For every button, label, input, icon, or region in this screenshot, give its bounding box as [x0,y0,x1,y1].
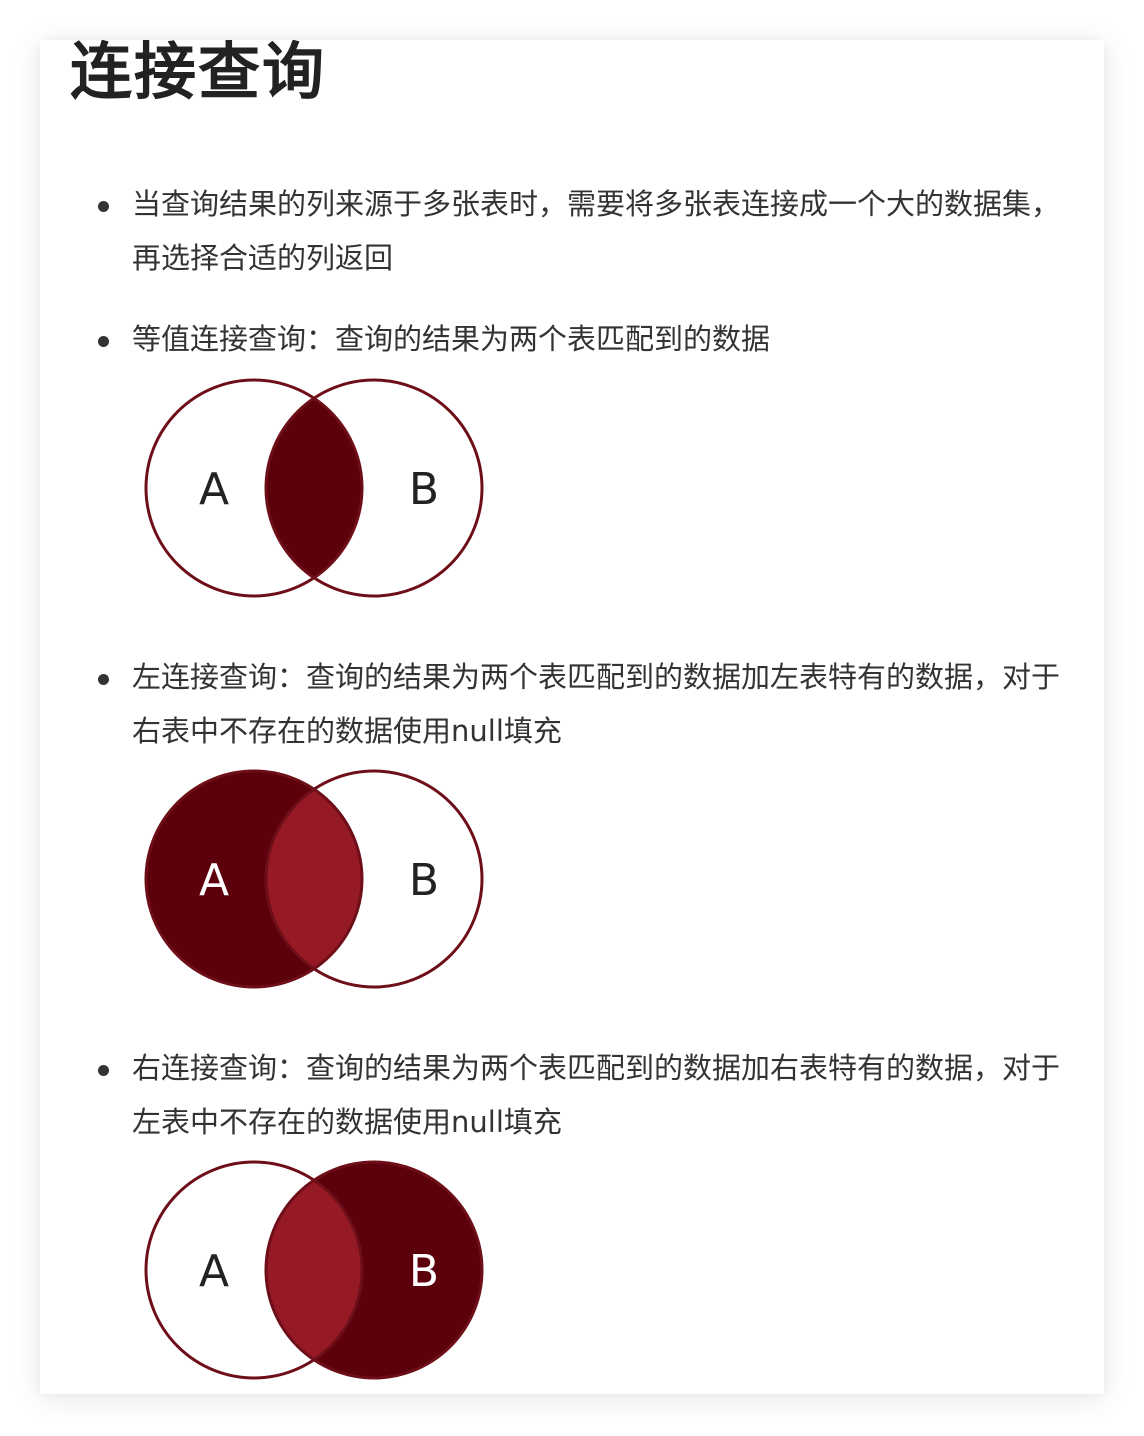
list-item: 当查询结果的列来源于多张表时，需要将多张表连接成一个大的数据集，再选择合适的列返… [98,177,1062,285]
label-b: B [409,464,439,515]
bullet-dot [98,674,109,685]
venn-diagram-left-join: A B [142,767,486,991]
bullet-dot [98,1065,109,1076]
page-title: 连接查询 [70,40,327,108]
list-item-text: 等值连接查询：查询的结果为两个表匹配到的数据 [132,322,771,356]
label-b: B [409,1246,439,1297]
label-b: B [409,855,439,906]
label-a: A [199,1246,229,1297]
list-item-text: 左连接查询：查询的结果为两个表匹配到的数据加左表特有的数据，对于右表中不存在的数… [132,660,1061,748]
venn-diagram-inner-join: A B [142,376,486,600]
list-item: 等值连接查询：查询的结果为两个表匹配到的数据 [98,312,1062,366]
venn-diagram-right-join: A B [142,1158,486,1382]
article-card: 连接查询 当查询结果的列来源于多张表时，需要将多张表连接成一个大的数据集，再选择… [40,40,1104,1394]
list-item-text: 右连接查询：查询的结果为两个表匹配到的数据加右表特有的数据，对于左表中不存在的数… [132,1051,1061,1139]
bullet-dot [98,336,109,347]
list-item: 左连接查询：查询的结果为两个表匹配到的数据加左表特有的数据，对于右表中不存在的数… [98,650,1062,758]
bullet-dot [98,201,109,212]
label-a: A [199,855,229,906]
list-item: 右连接查询：查询的结果为两个表匹配到的数据加右表特有的数据，对于左表中不存在的数… [98,1041,1062,1149]
list-item-text: 当查询结果的列来源于多张表时，需要将多张表连接成一个大的数据集，再选择合适的列返… [132,187,1061,275]
label-a: A [199,464,229,515]
